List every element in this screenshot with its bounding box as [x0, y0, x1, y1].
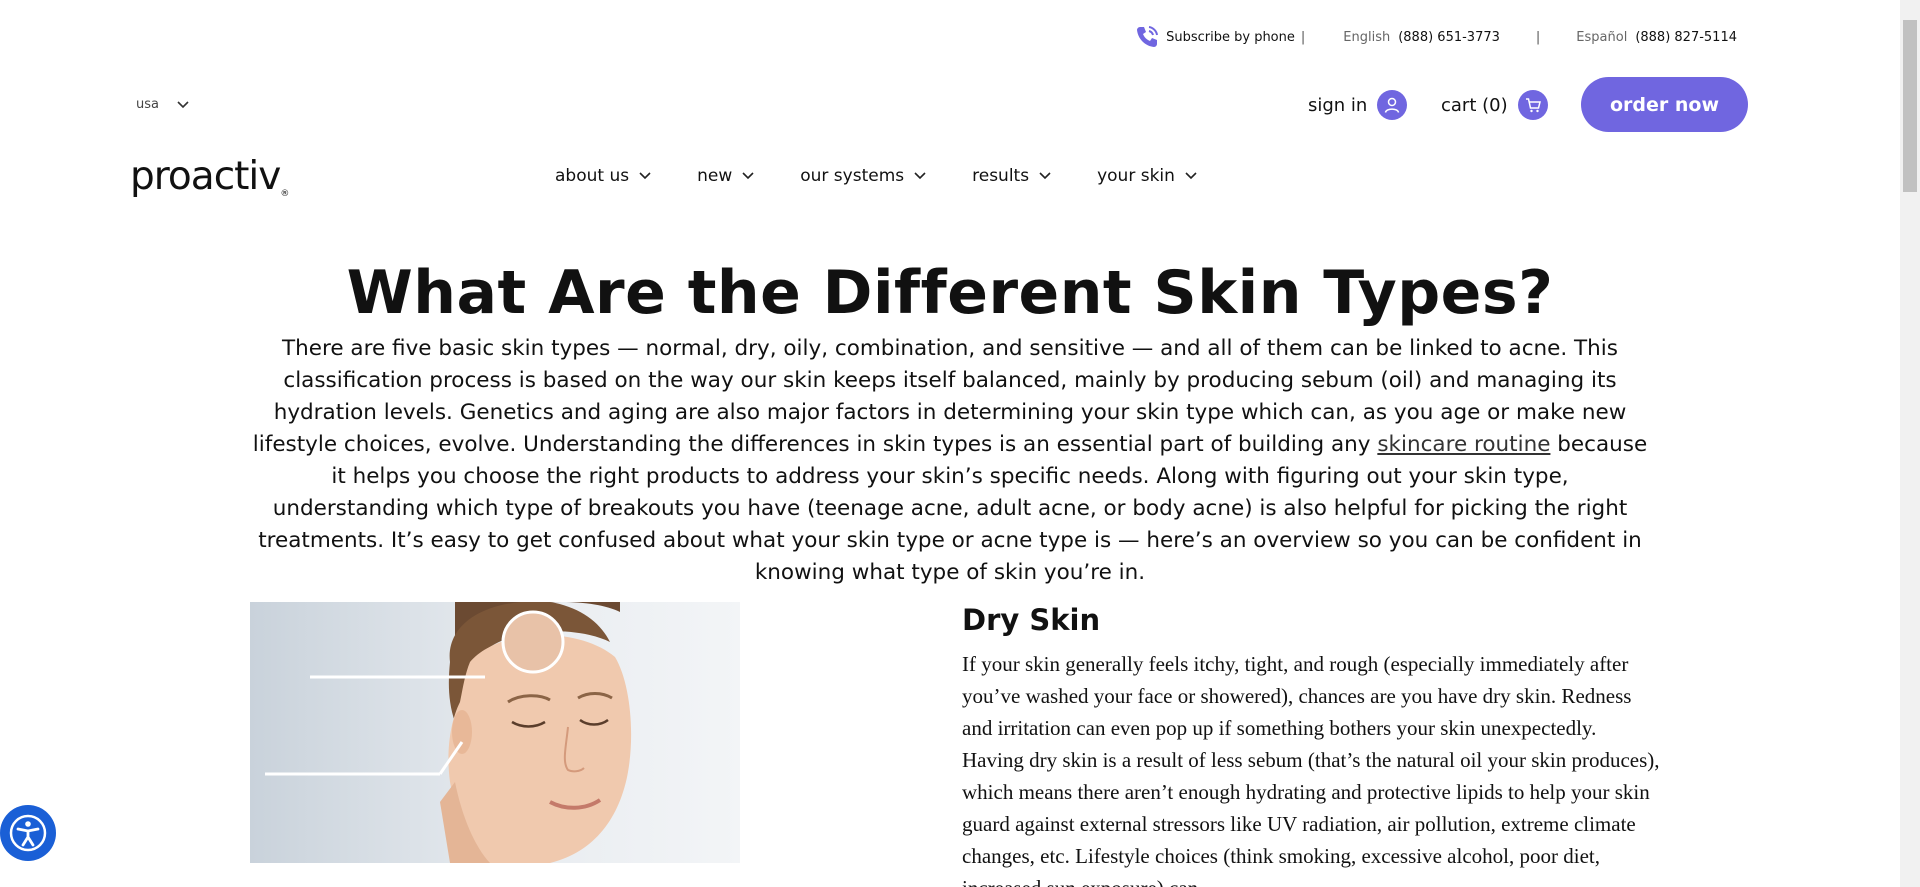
chevron-down-icon — [1039, 172, 1051, 180]
logo-registered-mark: ® — [280, 189, 290, 199]
scrollbar-thumb[interactable] — [1903, 20, 1917, 192]
proactiv-logo[interactable]: proactiv® — [130, 154, 289, 199]
accessibility-button[interactable] — [0, 805, 56, 861]
logo-text: proactiv — [130, 154, 281, 199]
english-label: English — [1343, 29, 1391, 45]
country-selector[interactable]: usa — [136, 97, 189, 112]
nav-item-our-systems[interactable]: our systems — [800, 166, 926, 186]
nav-item-results[interactable]: results — [972, 166, 1051, 186]
nav-label: new — [697, 166, 733, 186]
sign-in-label: sign in — [1308, 94, 1368, 116]
nav-item-your-skin[interactable]: your skin — [1097, 166, 1197, 186]
utility-bar: Subscribe by phone | English (888) 651-3… — [1134, 24, 1737, 50]
chevron-down-icon — [914, 172, 926, 180]
cart-link[interactable]: cart (0) — [1441, 90, 1548, 120]
english-phone-link[interactable]: (888) 651-3773 — [1398, 30, 1500, 45]
nav-label: results — [972, 166, 1030, 186]
cart-icon — [1517, 90, 1548, 120]
order-now-button[interactable]: order now — [1581, 77, 1748, 132]
dry-skin-heading: Dry Skin — [962, 603, 1101, 637]
main-nav: about us new our systems results your sk… — [555, 166, 1243, 186]
chevron-down-icon — [1185, 172, 1197, 180]
nav-label: about us — [555, 166, 630, 186]
dry-skin-face-image — [250, 602, 740, 863]
sign-in-link[interactable]: sign in — [1308, 90, 1408, 120]
page-title: What Are the Different Skin Types? — [346, 258, 1554, 328]
chevron-down-icon — [742, 172, 754, 180]
page-scrollbar[interactable] — [1900, 0, 1920, 887]
intro-paragraph: There are five basic skin types — normal… — [250, 333, 1650, 589]
subscribe-by-phone-link[interactable]: Subscribe by phone — [1166, 30, 1295, 45]
nav-label: your skin — [1097, 166, 1175, 186]
nav-item-new[interactable]: new — [697, 166, 754, 186]
chevron-down-icon — [177, 100, 189, 108]
spanish-phone-link[interactable]: (888) 827-5114 — [1635, 30, 1737, 45]
skincare-routine-link[interactable]: skincare routine — [1377, 432, 1550, 457]
phone-icon — [1137, 26, 1159, 47]
accessibility-icon — [9, 814, 47, 852]
utility-separator: | — [1300, 29, 1306, 45]
nav-label: our systems — [800, 166, 905, 186]
dry-skin-paragraph: If your skin generally feels itchy, tigh… — [962, 652, 1660, 887]
nav-item-about-us[interactable]: about us — [555, 166, 651, 186]
chevron-down-icon — [639, 172, 651, 180]
country-label: usa — [136, 97, 159, 112]
spanish-label: Español — [1576, 29, 1628, 45]
user-icon — [1377, 90, 1408, 120]
utility-pipe: | — [1535, 29, 1541, 45]
cart-label: cart (0) — [1441, 94, 1508, 116]
